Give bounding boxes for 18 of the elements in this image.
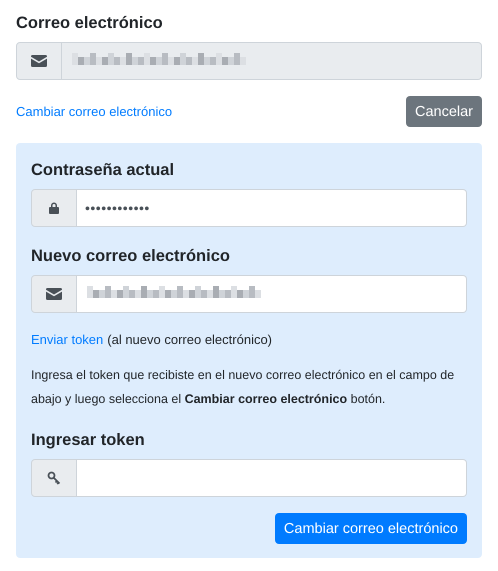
send-token-note: (al nuevo correo electrónico) bbox=[107, 331, 272, 349]
token-input-group[interactable] bbox=[31, 459, 467, 497]
lock-icon bbox=[49, 202, 59, 214]
field-label: Correo electrónico bbox=[16, 13, 164, 34]
envelope-icon bbox=[46, 288, 62, 300]
change-email-button[interactable]: Cambiar correo electrónico bbox=[274, 513, 467, 544]
field-label: Contraseña actual bbox=[31, 160, 176, 181]
instructions-text: Ingresa el token que recibiste en el nuevo correo electrónico en el campo de abajo y luego selecciona el Cambiar correo electrónico botón. bbox=[31, 367, 456, 408]
field-label: Ingresar token bbox=[31, 430, 146, 451]
envelope-icon bbox=[31, 55, 47, 67]
change-email-link[interactable]: Cambiar correo electrónico bbox=[16, 104, 172, 119]
password-value: •••••••••••• bbox=[85, 200, 150, 216]
cancel-button[interactable]: Cancelar bbox=[406, 96, 482, 127]
field-label: Nuevo correo electrónico bbox=[31, 246, 231, 267]
key-icon bbox=[47, 471, 61, 485]
email-input-group[interactable] bbox=[16, 42, 482, 80]
send-token-link[interactable]: Enviar token bbox=[31, 331, 104, 349]
email-input-group[interactable] bbox=[31, 275, 467, 313]
